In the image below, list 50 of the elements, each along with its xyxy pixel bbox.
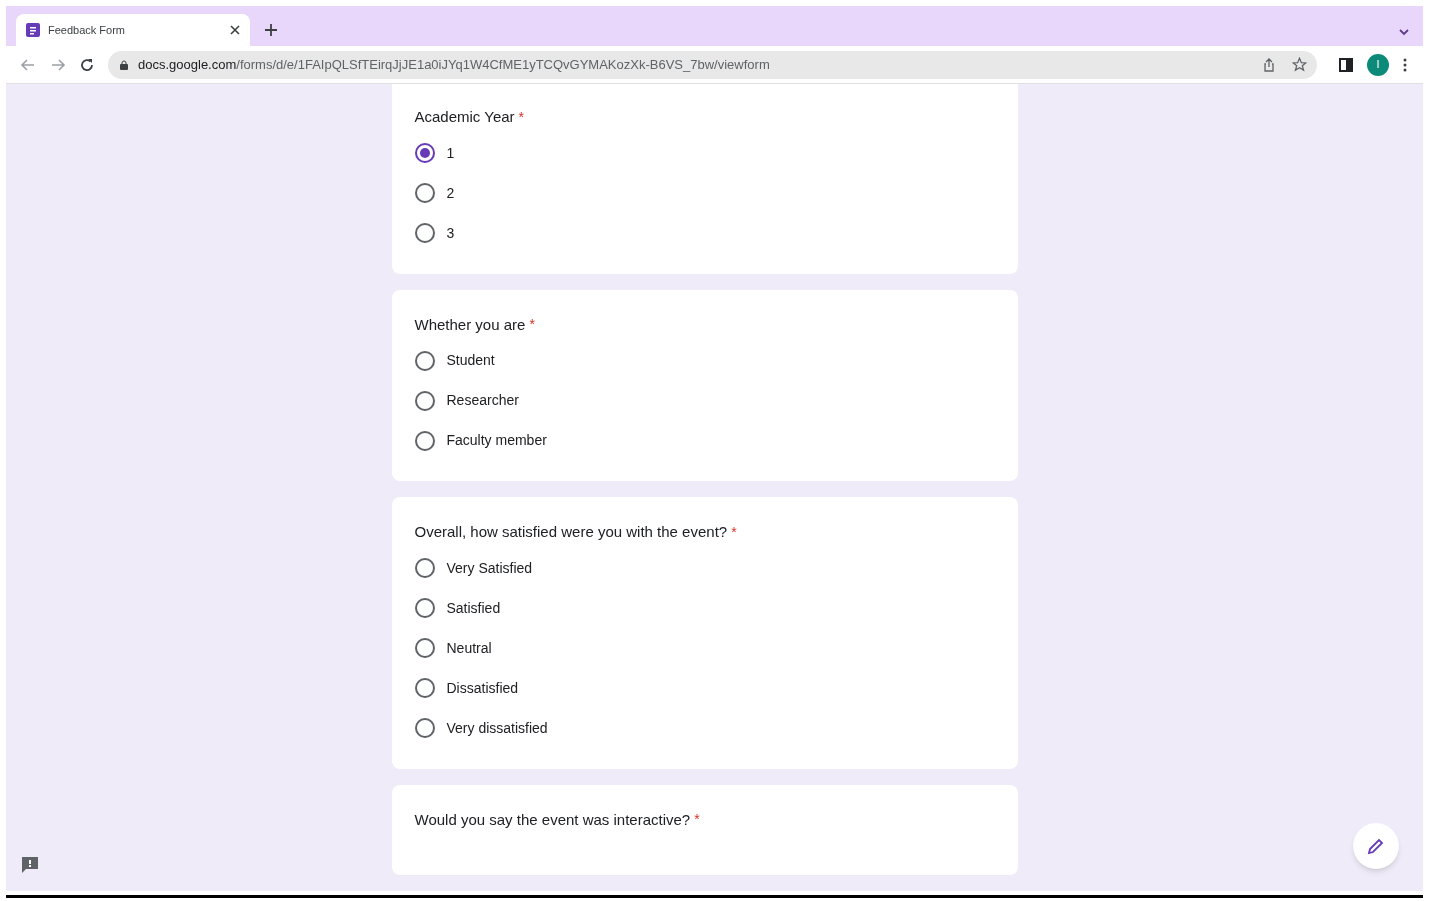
pencil-icon [1367, 837, 1385, 855]
question-title: Academic Year [414, 107, 515, 127]
radio-button[interactable] [414, 183, 435, 203]
option-label: Researcher [446, 391, 519, 410]
radio-button[interactable] [414, 558, 435, 578]
radio-button[interactable] [414, 598, 435, 618]
new-tab-icon[interactable] [264, 23, 278, 37]
lock-icon [120, 59, 128, 70]
more-icon[interactable] [1403, 57, 1407, 72]
radio-button[interactable] [414, 678, 435, 698]
option-label: Neutral [446, 638, 492, 658]
browser-tab[interactable]: Feedback Form [16, 14, 250, 46]
edit-button[interactable] [1353, 823, 1399, 869]
option-label: 3 [446, 223, 455, 243]
share-icon[interactable] [1262, 57, 1276, 72]
report-icon [20, 855, 40, 875]
radio-button[interactable] [414, 718, 435, 738]
question-title: Overall, how satisfied were you with the event? [414, 522, 728, 542]
required-mark: * [518, 107, 525, 127]
reload-icon[interactable] [80, 57, 94, 72]
chevron-down-icon[interactable] [1399, 28, 1409, 36]
radio-button[interactable] [414, 223, 435, 243]
profile-avatar[interactable]: I [1367, 53, 1389, 76]
form-icon [26, 23, 40, 37]
question-title: Would you say the event was interactive? [414, 809, 691, 830]
back-icon[interactable] [20, 57, 36, 72]
option-label: Very Satisfied [446, 558, 533, 578]
tab-title: Feedback Form [48, 22, 127, 38]
radio-button[interactable] [414, 143, 435, 163]
option-label: 2 [446, 183, 455, 203]
option-label: Faculty member [446, 431, 547, 450]
required-mark: * [694, 810, 700, 830]
url-text: docs.google.com/forms/d/e/1FAIpQLSfTEirqJjJE1a0iJYq1W4CfME1yTCQvGYMAKozXk-B6VS_7bw/viewform [138, 55, 771, 74]
option-label: Very dissatisfied [446, 718, 548, 738]
side-panel-icon[interactable] [1339, 57, 1353, 72]
option-label: Dissatisfied [446, 678, 519, 698]
option-label: Student [446, 351, 495, 370]
option-label: 1 [446, 143, 455, 163]
question-title: Whether you are [414, 314, 526, 335]
required-mark: * [731, 522, 737, 542]
radio-button[interactable] [414, 390, 435, 411]
forward-icon[interactable] [50, 57, 66, 72]
required-mark: * [529, 315, 535, 335]
star-icon[interactable] [1292, 57, 1307, 72]
radio-button[interactable] [414, 350, 435, 371]
radio-button[interactable] [414, 638, 435, 658]
radio-button[interactable] [414, 430, 435, 451]
address-bar[interactable]: docs.google.com/forms/d/e/1FAIpQLSfTEirqJjJE1a0iJYq1W4CfME1yTCQvGYMAKozXk-B6VS_7bw/viewform [108, 50, 1317, 79]
close-icon[interactable] [230, 25, 240, 35]
option-label: Satisfied [446, 598, 501, 618]
